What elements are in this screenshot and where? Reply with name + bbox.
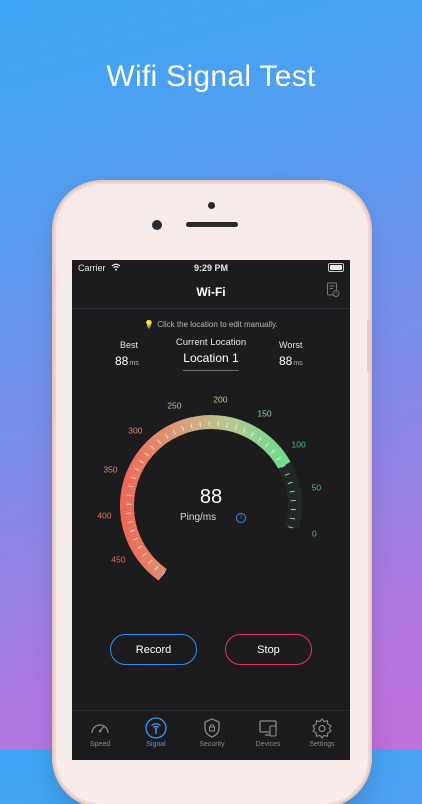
history-doc-icon[interactable] <box>326 282 340 298</box>
gauge-tick-label: 400 <box>97 510 111 520</box>
ping-unit: Ping/ms <box>180 512 216 523</box>
earpiece-speaker <box>186 222 238 227</box>
battery-icon <box>328 263 344 272</box>
tab-signal-label: Signal <box>128 741 184 748</box>
tab-devices[interactable]: Devices <box>240 717 296 748</box>
volume-up-button <box>52 318 55 362</box>
gauge-tick-label: 200 <box>213 394 227 404</box>
mute-switch <box>52 264 55 290</box>
proximity-sensor <box>152 220 162 230</box>
gauge-tick-label: 250 <box>167 400 181 410</box>
tab-bar: Speed Signal Security <box>72 710 350 760</box>
gauge-tick-label: 300 <box>128 425 142 435</box>
shield-icon <box>201 717 223 739</box>
promo-title: Wifi Signal Test <box>0 60 422 94</box>
info-icon[interactable]: i <box>236 513 246 523</box>
edit-hint: 💡Click the location to edit manually. <box>72 320 350 329</box>
clock: 9:29 PM <box>72 263 350 273</box>
nav-divider <box>72 308 350 309</box>
tab-security[interactable]: Security <box>184 717 240 748</box>
signal-antenna-icon <box>145 717 167 739</box>
tab-speed[interactable]: Speed <box>72 717 128 748</box>
gauge-tick-label: 450 <box>111 555 125 565</box>
worst-value: 88ms <box>279 354 303 368</box>
tab-settings[interactable]: Settings <box>294 717 350 748</box>
tab-devices-label: Devices <box>240 741 296 748</box>
app-screen: Carrier 9:29 PM Wi-Fi 💡Click the locatio… <box>72 260 350 760</box>
worst-label: Worst <box>279 340 302 350</box>
page-title: Wi-Fi <box>72 285 350 299</box>
stop-button[interactable]: Stop <box>225 634 312 665</box>
hint-text: Click the location to edit manually. <box>157 320 277 329</box>
front-camera <box>208 202 215 209</box>
speedometer-icon <box>89 717 111 739</box>
gauge-tick-label: 150 <box>257 408 271 418</box>
status-bar: Carrier 9:29 PM <box>72 260 350 276</box>
tab-speed-label: Speed <box>72 741 128 748</box>
ping-value: 88 <box>72 486 350 509</box>
power-button <box>367 320 370 372</box>
lightbulb-icon: 💡 <box>144 320 154 329</box>
gauge-tick-label: 350 <box>103 464 117 474</box>
gear-icon <box>311 717 333 739</box>
tab-security-label: Security <box>184 741 240 748</box>
devices-icon <box>257 717 279 739</box>
location-underline <box>183 370 239 371</box>
tab-signal[interactable]: Signal <box>128 717 184 748</box>
gauge-tick-label: 100 <box>292 440 306 450</box>
current-location-label: Current Location <box>72 337 350 348</box>
volume-down-button <box>52 376 55 420</box>
tab-settings-label: Settings <box>294 741 350 748</box>
record-button[interactable]: Record <box>110 634 197 665</box>
gauge-tick-label: 0 <box>312 529 317 539</box>
current-location-value[interactable]: Location 1 <box>72 351 350 365</box>
